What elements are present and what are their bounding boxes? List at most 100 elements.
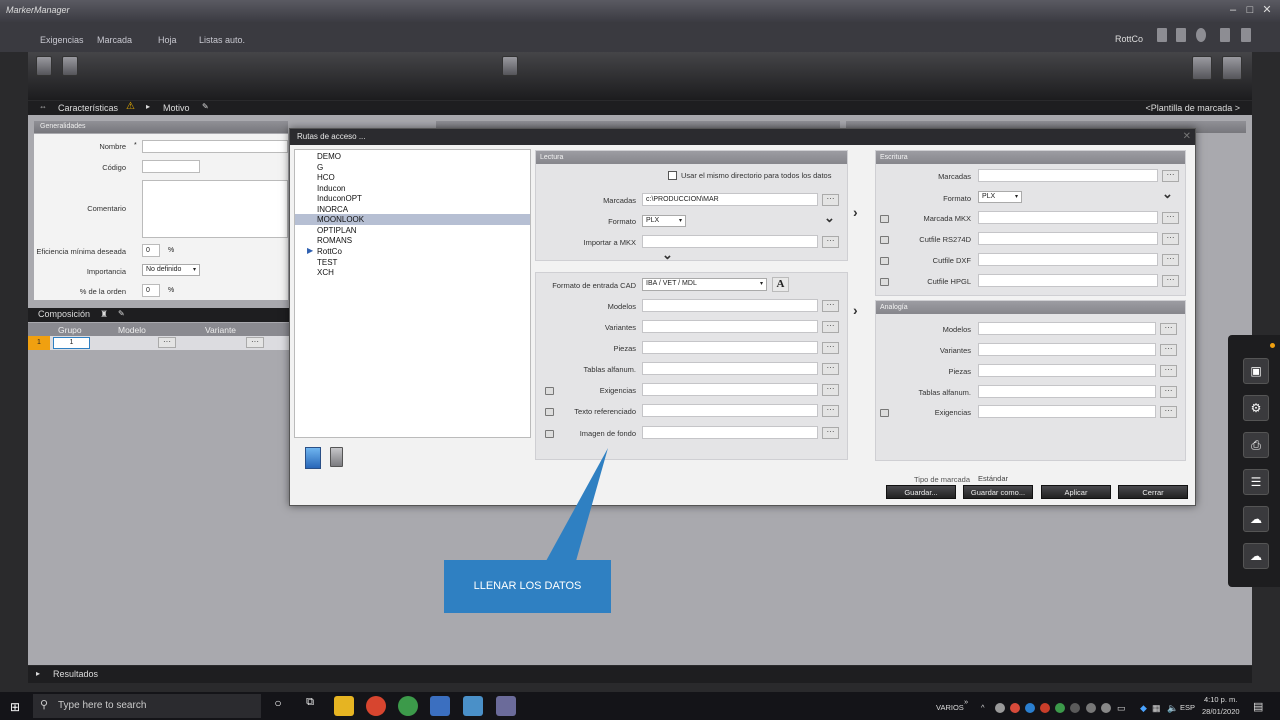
tray-green-icon[interactable] (1055, 703, 1065, 713)
escritura-marcadas-input[interactable] (978, 169, 1158, 182)
column-modelo[interactable]: Modelo (118, 325, 146, 335)
tray-varios[interactable]: VARIOS (936, 703, 964, 712)
expand-icon[interactable]: ⇔ (39, 102, 47, 111)
marker-tool-icon[interactable]: ▣ (1243, 358, 1269, 384)
bookmark-icon[interactable] (1220, 28, 1230, 42)
tipo-marcada-value[interactable]: Estándar (978, 474, 1008, 483)
chevron-right-icon[interactable]: › (853, 204, 858, 220)
tray-shield-icon[interactable] (1086, 703, 1096, 713)
lectura-marcadas-browse[interactable]: ··· (822, 194, 839, 206)
shirt-icon[interactable]: ♜ (100, 309, 108, 320)
network-icon[interactable]: ▦ (1152, 703, 1161, 714)
tray-chrome-icon[interactable] (1010, 703, 1020, 713)
file-explorer-icon[interactable] (334, 696, 354, 716)
chrome-profile-icon[interactable] (398, 696, 418, 716)
table-row[interactable]: 1 1 ··· ··· (28, 336, 290, 350)
minimize-icon[interactable]: – (1226, 3, 1240, 17)
column-variante[interactable]: Variante (205, 325, 236, 335)
lectura-piezas-input[interactable] (642, 341, 818, 354)
windows-start-icon[interactable]: ⊞ (10, 700, 20, 714)
volume-icon[interactable]: 🔈 (1167, 703, 1178, 714)
lectura-modelos-browse[interactable]: ··· (822, 300, 839, 312)
config-tool-icon[interactable]: ⚙ (1243, 395, 1269, 421)
clock-time[interactable]: 4:10 p. m. (1204, 695, 1237, 704)
dialog-close-icon[interactable]: ✕ (1183, 131, 1191, 142)
chevron-down-icon[interactable]: ⌄ (824, 210, 835, 226)
close-icon[interactable]: ✕ (1260, 3, 1274, 17)
tray-red-icon[interactable] (1040, 703, 1050, 713)
list-item[interactable]: DEMO (317, 151, 341, 162)
expand-icon[interactable]: ▸ (36, 669, 40, 678)
clipboard-icon[interactable] (1176, 28, 1186, 42)
escritura-rs274d-browse[interactable]: ··· (1162, 233, 1179, 245)
font-icon[interactable]: A (772, 277, 789, 292)
orden-input[interactable]: 0 (142, 284, 160, 297)
analogia-piezas-input[interactable] (978, 364, 1156, 377)
analogia-piezas-browse[interactable]: ··· (1160, 365, 1177, 377)
menu-item-listas[interactable]: Listas auto. (199, 35, 245, 45)
lectura-tablas-input[interactable] (642, 362, 818, 375)
eficiencia-input[interactable]: 0 (142, 244, 160, 257)
lectura-piezas-browse[interactable]: ··· (822, 342, 839, 354)
marker-manager-taskbar-icon[interactable] (496, 696, 516, 716)
escritura-mkx-input[interactable] (978, 211, 1158, 224)
grupo-cell[interactable]: 1 (53, 337, 90, 349)
escritura-rs274d-input[interactable] (978, 232, 1158, 245)
importar-browse[interactable]: ··· (822, 236, 839, 248)
lectura-exigencias-browse[interactable]: ··· (822, 384, 839, 396)
lectura-formato-select[interactable]: PLX ▾ (642, 215, 686, 227)
menu-item-exigencias[interactable]: Exigencias (40, 35, 84, 45)
lectura-texto-input[interactable] (642, 404, 818, 417)
lectura-tablas-browse[interactable]: ··· (822, 363, 839, 375)
chevron-right-icon[interactable]: › (853, 302, 858, 318)
user-menu[interactable]: RottCo (1115, 34, 1143, 44)
escritura-hpgl-browse[interactable]: ··· (1162, 275, 1179, 287)
list-item-selected[interactable]: MOONLOOK (295, 214, 530, 225)
analogia-modelos-input[interactable] (978, 322, 1156, 335)
chrome-icon[interactable] (366, 696, 386, 716)
tray-telegram-icon[interactable] (1025, 703, 1035, 713)
template-selector[interactable]: <Plantilla de marcada > (1145, 103, 1240, 113)
task-view-icon[interactable]: ⧉ (300, 696, 320, 716)
analogia-variantes-browse[interactable]: ··· (1160, 344, 1177, 356)
cloud-play-icon[interactable]: ☁ (1243, 506, 1269, 532)
tab-caracteristicas[interactable]: Características (58, 103, 118, 113)
guardar-como-button[interactable]: Guardar como... (963, 485, 1033, 499)
menu-item-marcada[interactable]: Marcada (97, 35, 132, 45)
process-icon[interactable] (1192, 56, 1212, 80)
tray-gray-icon[interactable] (1070, 703, 1080, 713)
analogia-variantes-input[interactable] (978, 343, 1156, 356)
list-item[interactable]: ROMANS (317, 235, 352, 246)
analogia-exigencias-browse[interactable]: ··· (1160, 406, 1177, 418)
list-item[interactable]: HCO (317, 172, 335, 183)
lectura-variantes-input[interactable] (642, 320, 818, 333)
analogia-tablas-input[interactable] (978, 385, 1156, 398)
modelo-browse-button[interactable]: ··· (158, 337, 176, 348)
settings-icon[interactable] (1241, 28, 1251, 42)
document-tool-icon[interactable]: ☰ (1243, 469, 1269, 495)
escritura-dxf-browse[interactable]: ··· (1162, 254, 1179, 266)
comentario-input[interactable] (142, 180, 288, 238)
codigo-input[interactable] (142, 160, 200, 173)
escritura-formato-select[interactable]: PLX ▾ (978, 191, 1022, 203)
cad-app-icon[interactable] (463, 696, 483, 716)
chevron-down-icon[interactable]: ⌄ (662, 247, 673, 263)
cad-select[interactable]: IBA / VET / MDL ▾ (642, 278, 767, 291)
lectura-texto-browse[interactable]: ··· (822, 405, 839, 417)
dropbox-icon[interactable]: ◆ (1140, 703, 1147, 714)
analogia-exigencias-input[interactable] (978, 405, 1156, 418)
column-grupo[interactable]: Grupo (58, 325, 82, 335)
notifications-icon[interactable]: ▤ (1253, 700, 1263, 713)
guardar-button[interactable]: Guardar... (886, 485, 956, 499)
help-icon[interactable] (1196, 28, 1206, 42)
maximize-icon[interactable]: □ (1243, 3, 1257, 17)
variante-browse-button[interactable]: ··· (246, 337, 264, 348)
clock-date[interactable]: 28/01/2020 (1202, 707, 1240, 716)
open-marker-icon[interactable] (62, 56, 78, 76)
cerrar-button[interactable]: Cerrar (1118, 485, 1188, 499)
escritura-mkx-browse[interactable]: ··· (1162, 212, 1179, 224)
lectura-modelos-input[interactable] (642, 299, 818, 312)
pencil-icon[interactable]: ✎ (202, 102, 209, 111)
nombre-input[interactable] (142, 140, 288, 153)
cloud-upload-icon[interactable]: ☁ (1243, 543, 1269, 569)
